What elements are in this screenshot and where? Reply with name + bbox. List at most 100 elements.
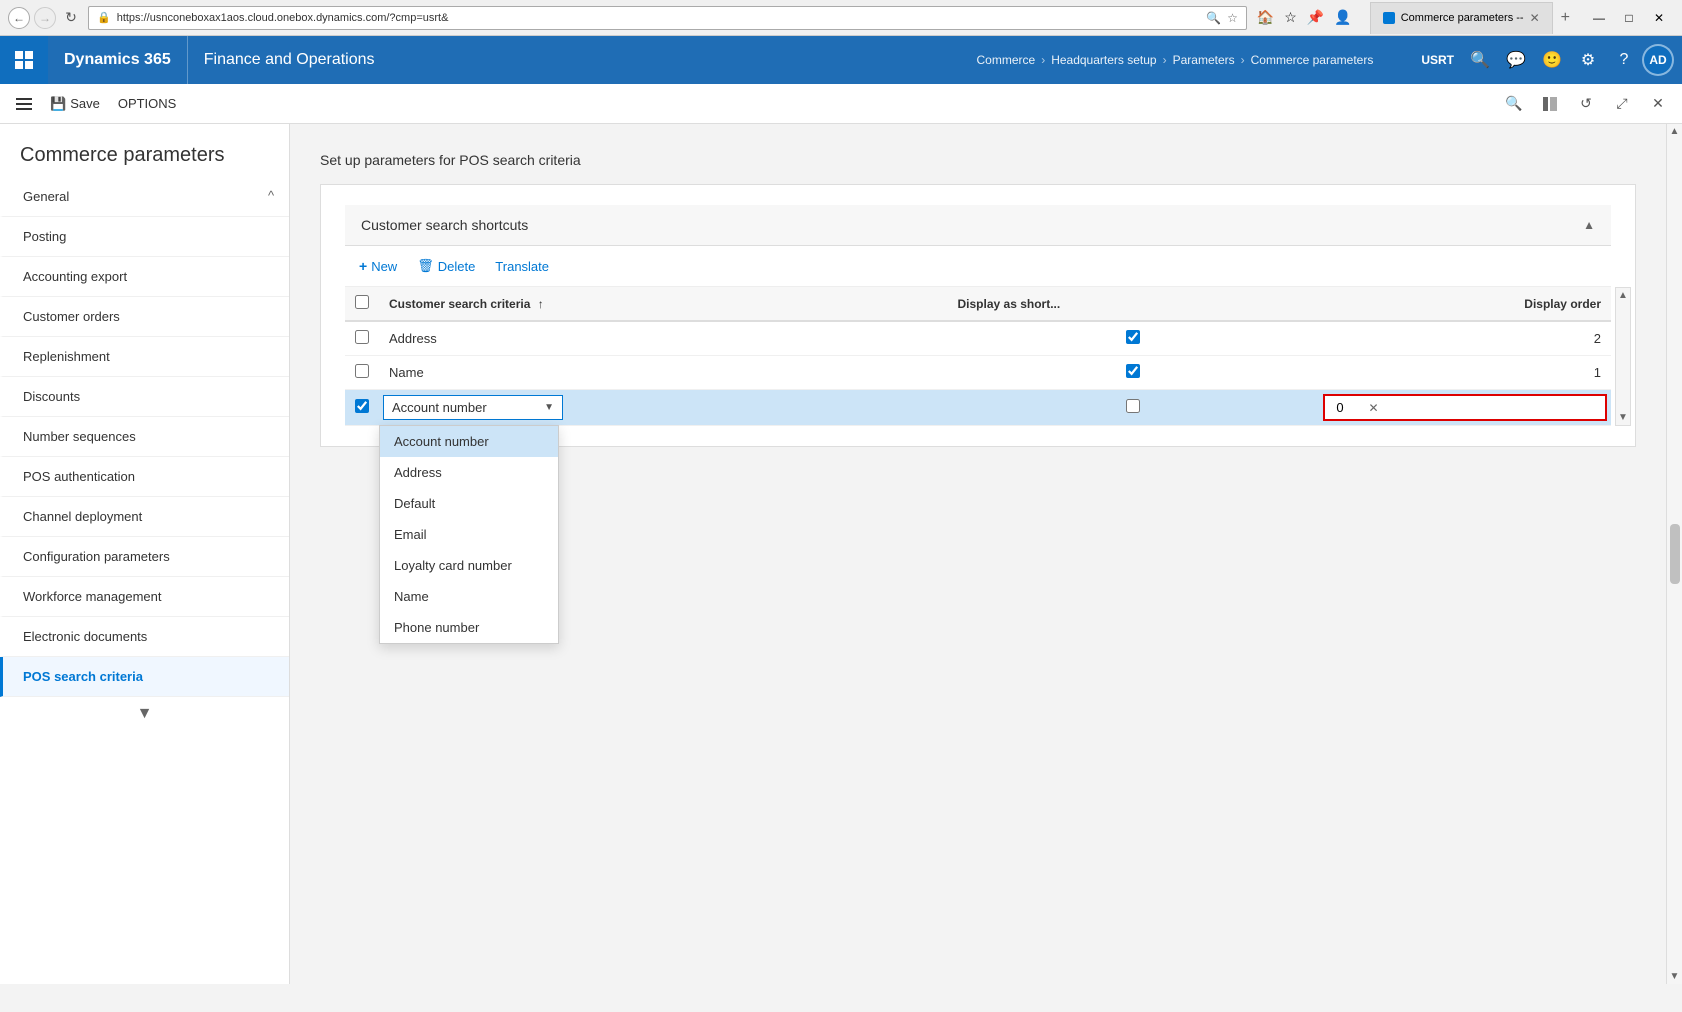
display-order-input[interactable] [1325,396,1365,419]
nav-bar: Dynamics 365 Finance and Operations + Ne… [0,36,1682,84]
back-button[interactable]: ← [8,7,30,29]
breadcrumb-commerce-params[interactable]: Commerce parameters [1251,53,1374,67]
apps-icon[interactable] [0,36,48,84]
row3-display-short-checkbox[interactable] [1126,399,1140,413]
dropdown-item-email[interactable]: Email [380,519,558,550]
dropdown-item-address[interactable]: Address [380,457,558,488]
minimize-button[interactable]: — [1584,8,1614,28]
delete-record-button[interactable]: 🗑 Delete [407,254,485,278]
sidebar-item-posting[interactable]: Posting [0,217,289,257]
display-order-input-container: ✕ [1323,394,1607,421]
forward-button[interactable]: → [34,7,56,29]
dropdown-item-account-number[interactable]: Account number [380,426,558,457]
user-avatar[interactable]: AD [1642,44,1674,76]
table-row: Address 2 [345,321,1611,356]
dropdown-item-default[interactable]: Default [380,488,558,519]
dropdown-item-phone[interactable]: Phone number [380,612,558,643]
table-toolbar: + + New New 🗑 Delete Translate [345,246,1611,287]
star-icon: ☆ [1227,11,1238,25]
row3-dropdown-chevron[interactable]: ▼ [536,398,562,417]
dropdown-item-name[interactable]: Name [380,581,558,612]
row3-display-short-cell [948,390,1319,426]
bookmark-icon[interactable]: 📌 [1303,9,1328,26]
row1-display-order-cell: 2 [1319,321,1611,356]
panel-toggle-button[interactable] [1534,88,1566,120]
help-button[interactable]: ? [1606,36,1642,84]
breadcrumb-parameters[interactable]: Parameters [1173,53,1235,67]
user-circle-icon[interactable]: 👤 [1330,9,1355,26]
row2-check-cell [345,356,379,390]
maximize-button[interactable]: □ [1614,8,1644,28]
breadcrumb: + New Commerce › Headquarters setup › Pa… [977,53,1390,67]
row1-display-short-checkbox[interactable] [1126,330,1140,344]
sidebar-item-customer-orders[interactable]: Customer orders [0,297,289,337]
user-label: USRT [1413,53,1462,67]
new-tab-button[interactable]: + [1553,2,1578,34]
sidebar-item-replenishment[interactable]: Replenishment [0,337,289,377]
row1-checkbox[interactable] [355,330,369,344]
row2-criteria-cell: Name [379,356,948,390]
new-record-button[interactable]: + + New New [349,254,407,278]
close-window-button[interactable]: ✕ [1644,8,1674,28]
scrollbar-thumb[interactable] [1670,524,1680,584]
global-search-button[interactable]: 🔍 [1462,36,1498,84]
col-header-criteria: Customer search criteria ↑ [379,287,948,321]
sidebar-item-discounts[interactable]: Discounts [0,377,289,417]
row1-criteria-cell: Address [379,321,948,356]
save-icon: 💾 [50,96,66,112]
row2-display-order-cell: 1 [1319,356,1611,390]
select-all-checkbox[interactable] [355,295,369,309]
refresh-button[interactable]: ↻ [60,7,82,29]
content-area: Set up parameters for POS search criteri… [290,124,1666,984]
translate-button[interactable]: Translate [485,255,559,278]
hamburger-menu[interactable] [8,88,40,120]
page-title: Commerce parameters [0,124,289,177]
shortcuts-header: Customer search shortcuts ▲ [345,205,1611,246]
page-scroll-down-button[interactable]: ▼ [1670,971,1680,982]
table-row: Name 1 [345,356,1611,390]
close-panel-button[interactable]: ✕ [1642,88,1674,120]
table-scroll-down-button[interactable]: ▼ [1616,410,1630,425]
breadcrumb-hq-setup[interactable]: Headquarters setup [1051,53,1156,67]
table-scroll-up-button[interactable]: ▲ [1616,288,1630,303]
fav-icon[interactable]: ☆ [1280,9,1301,26]
row3-checkbox[interactable] [355,399,369,413]
settings-button[interactable]: ⚙ [1570,36,1606,84]
sidebar-item-number-sequences[interactable]: Number sequences [0,417,289,457]
row3-check-cell [345,390,379,426]
dynamics365-label[interactable]: Dynamics 365 [48,36,188,84]
tab-close-button[interactable]: ✕ [1530,11,1540,25]
breadcrumb-commerce[interactable]: Commerce [977,53,1036,67]
sidebar-item-general[interactable]: General [0,177,289,217]
save-button[interactable]: 💾 Save [42,88,108,120]
sidebar-item-workforce-management[interactable]: Workforce management [0,577,289,617]
row3-criteria-value: Account number [384,396,536,419]
row2-display-short-checkbox[interactable] [1126,364,1140,378]
home-icon[interactable]: 🏠 [1253,9,1278,26]
sidebar-item-channel-deployment[interactable]: Channel deployment [0,497,289,537]
sidebar-item-pos-search-criteria[interactable]: POS search criteria [0,657,289,697]
page-scroll-up-button[interactable]: ▲ [1670,126,1680,137]
sidebar-item-pos-authentication[interactable]: POS authentication [0,457,289,497]
delete-icon: 🗑 [417,258,434,274]
nav-scroll-down-button[interactable]: ▼ [137,705,153,723]
options-button[interactable]: OPTIONS [110,88,185,120]
col-header-display-short: Display as short... [948,287,1319,321]
refresh-toolbar-button[interactable]: ↺ [1570,88,1602,120]
criteria-dropdown: Account number Address Default Email Loy… [379,425,559,644]
left-nav: Commerce parameters ^ General Posting Ac… [0,124,290,984]
row2-checkbox[interactable] [355,364,369,378]
sort-icon[interactable]: ↑ [538,297,544,311]
sidebar-item-accounting-export[interactable]: Accounting export [0,257,289,297]
address-bar[interactable] [117,12,1200,24]
toolbar-search-button[interactable]: 🔍 [1498,88,1530,120]
expand-button[interactable]: ⤢ [1606,88,1638,120]
notifications-button[interactable]: 🙂 [1534,36,1570,84]
nav-collapse-button[interactable]: ^ [261,185,281,205]
dropdown-item-loyalty-card[interactable]: Loyalty card number [380,550,558,581]
chat-button[interactable]: 💬 [1498,36,1534,84]
shortcuts-collapse-button[interactable]: ▲ [1583,218,1595,232]
sidebar-item-electronic-documents[interactable]: Electronic documents [0,617,289,657]
clear-display-order-button[interactable]: ✕ [1365,399,1383,417]
sidebar-item-configuration-parameters[interactable]: Configuration parameters [0,537,289,577]
